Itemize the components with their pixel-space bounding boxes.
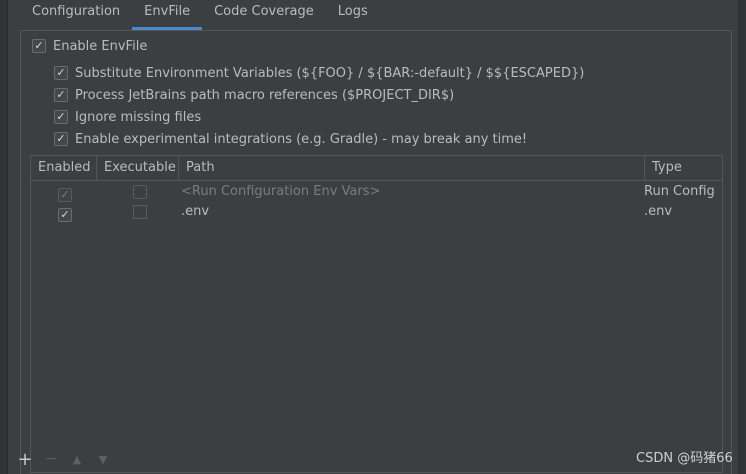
tab-bar: Configuration EnvFile Code Coverage Logs [20,0,380,30]
row-executable-checkbox[interactable] [133,185,147,199]
column-header-enabled[interactable]: Enabled [31,156,97,180]
column-header-type[interactable]: Type [645,156,722,180]
tab-configuration[interactable]: Configuration [20,0,132,30]
watermark-text: CSDN @码猪66 [636,451,733,466]
enable-envfile-checkbox[interactable]: ✓ [32,39,46,53]
tab-logs[interactable]: Logs [326,0,380,30]
ignore-missing-option[interactable]: ✓ Ignore missing files [54,108,201,126]
row-executable-cell[interactable] [133,205,147,225]
table-row[interactable]: ✓ <Run Configuration Env Vars> Run Confi… [31,182,722,202]
add-icon[interactable]: + [12,449,38,470]
process-macros-label: Process JetBrains path macro references … [75,87,455,103]
row-enabled-checkbox[interactable]: ✓ [58,208,72,222]
process-macros-option[interactable]: ✓ Process JetBrains path macro reference… [54,86,454,104]
column-header-executable[interactable]: Executable [97,156,179,180]
row-executable-checkbox[interactable] [133,205,147,219]
tab-code-coverage[interactable]: Code Coverage [202,0,326,30]
row-path-cell[interactable]: <Run Configuration Env Vars> [181,182,380,202]
experimental-integrations-option[interactable]: ✓ Enable experimental integrations (e.g.… [54,130,527,148]
envfile-panel: ✓ Enable EnvFile ✓ Substitute Environmen… [20,30,732,474]
table-header: Enabled Executable Path Type [31,156,722,181]
enable-envfile-label: Enable EnvFile [53,38,148,54]
row-enabled-cell[interactable]: ✓ [58,205,72,225]
substitute-env-vars-option[interactable]: ✓ Substitute Environment Variables (${FO… [54,64,584,82]
row-path-cell[interactable]: .env [181,202,209,222]
remove-icon[interactable]: − [38,449,64,469]
table-row[interactable]: ✓ .env .env [31,202,722,222]
table-toolbar: + − ▲ ▼ [12,449,116,470]
experimental-integrations-label: Enable experimental integrations (e.g. G… [75,131,528,147]
substitute-env-vars-checkbox[interactable]: ✓ [54,66,68,80]
enable-envfile-option[interactable]: ✓ Enable EnvFile [32,37,147,55]
tab-envfile[interactable]: EnvFile [132,0,203,30]
column-header-path[interactable]: Path [179,156,645,180]
ignore-missing-checkbox[interactable]: ✓ [54,110,68,124]
move-up-icon[interactable]: ▲ [64,449,90,469]
row-type-cell[interactable]: .env [644,202,672,222]
substitute-env-vars-label: Substitute Environment Variables (${FOO}… [75,65,585,81]
right-panel-edge [738,0,746,474]
process-macros-checkbox[interactable]: ✓ [54,88,68,102]
left-panel-edge [0,0,8,474]
experimental-integrations-checkbox[interactable]: ✓ [54,132,68,146]
move-down-icon[interactable]: ▼ [90,449,116,469]
envfile-settings-window: Configuration EnvFile Code Coverage Logs… [0,0,746,474]
envfile-table: Enabled Executable Path Type ✓ <Run Conf… [30,155,723,473]
row-enabled-checkbox[interactable]: ✓ [58,188,72,202]
ignore-missing-label: Ignore missing files [75,109,202,125]
row-type-cell[interactable]: Run Config [644,182,715,202]
